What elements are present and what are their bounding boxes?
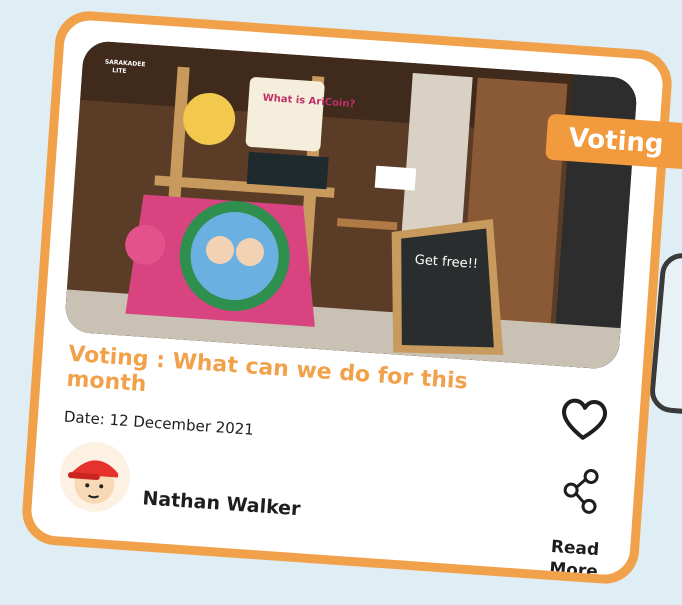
post-photo[interactable]: What is AriCoin? Get free!! SARAKADEE LI… <box>63 40 638 371</box>
storefront-illustration: What is AriCoin? Get free!! SARAKADEE LI… <box>63 40 638 371</box>
post-card-body: What is AriCoin? Get free!! SARAKADEE LI… <box>29 18 665 577</box>
share-icon[interactable] <box>561 467 602 516</box>
read-more-link[interactable]: Read More <box>538 535 611 576</box>
category-badge: Voting <box>545 113 682 170</box>
post-date: Date: 12 December 2021 <box>63 407 255 439</box>
avatar <box>57 439 133 515</box>
author-name: Nathan Walker <box>141 487 302 521</box>
post-card[interactable]: What is AriCoin? Get free!! SARAKADEE LI… <box>20 9 682 586</box>
watermark-line2: LITE <box>112 67 127 75</box>
heart-icon[interactable] <box>558 394 611 443</box>
avatar-red-cap-icon <box>67 460 119 504</box>
